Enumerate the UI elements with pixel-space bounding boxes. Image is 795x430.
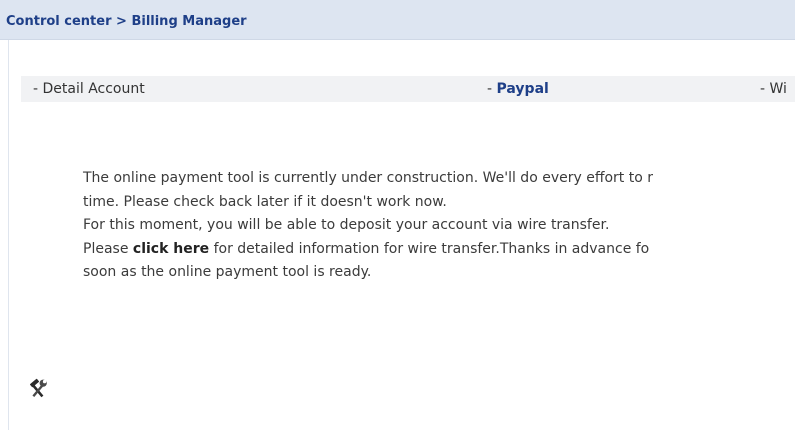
message-line: soon as the online payment tool is ready… xyxy=(83,264,372,280)
header-bar: Control center > Billing Manager xyxy=(0,0,795,40)
construction-message: The online payment tool is currently und… xyxy=(83,167,795,285)
message-line: Please click here for detailed informati… xyxy=(83,238,795,262)
message-line: The online payment tool is currently und… xyxy=(83,170,653,186)
hammer-wrench-icon[interactable] xyxy=(27,378,49,400)
message-text: Please xyxy=(83,240,133,257)
message-line: time. Please check back later if it does… xyxy=(83,193,447,210)
tab-wire-transfer[interactable]: - Wi xyxy=(760,81,787,97)
tab-label: Detail Account xyxy=(42,81,145,97)
tab-prefix: - xyxy=(33,81,43,97)
breadcrumb: Control center > Billing Manager xyxy=(6,14,247,29)
click-here-link[interactable]: click here xyxy=(133,241,209,257)
tab-prefix: - xyxy=(760,81,770,97)
breadcrumb-current: Billing Manager xyxy=(131,14,247,29)
tab-paypal[interactable]: - Paypal xyxy=(487,81,549,97)
breadcrumb-separator: > xyxy=(111,14,132,29)
tab-prefix: - xyxy=(487,81,497,97)
message-line: For this moment, you will be able to dep… xyxy=(83,217,610,233)
message-text: for detailed information for wire transf… xyxy=(209,240,650,257)
tab-label: Wi xyxy=(769,81,787,97)
tab-label: Paypal xyxy=(496,81,549,97)
tab-detail-account[interactable]: - Detail Account xyxy=(33,81,145,97)
page-left-border xyxy=(8,40,9,430)
billing-tabs: - Detail Account - Paypal - Wi xyxy=(21,76,795,102)
breadcrumb-control-center[interactable]: Control center xyxy=(6,14,112,29)
